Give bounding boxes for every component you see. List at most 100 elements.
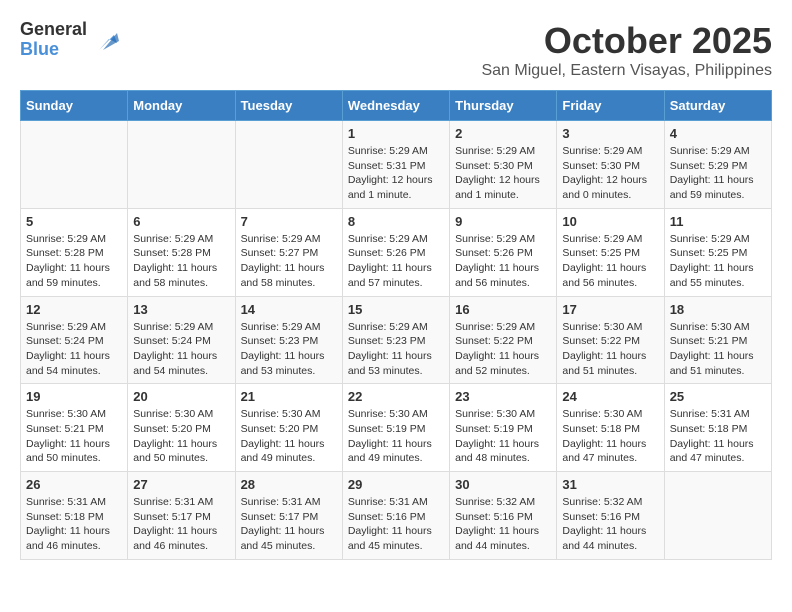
day-info: Sunrise: 5:29 AM Sunset: 5:23 PM Dayligh… bbox=[348, 320, 444, 379]
calendar-cell: 14Sunrise: 5:29 AM Sunset: 5:23 PM Dayli… bbox=[235, 296, 342, 384]
day-number: 26 bbox=[26, 477, 122, 492]
day-info: Sunrise: 5:29 AM Sunset: 5:30 PM Dayligh… bbox=[455, 144, 551, 203]
calendar-cell: 8Sunrise: 5:29 AM Sunset: 5:26 PM Daylig… bbox=[342, 208, 449, 296]
day-info: Sunrise: 5:31 AM Sunset: 5:17 PM Dayligh… bbox=[241, 495, 337, 554]
day-info: Sunrise: 5:30 AM Sunset: 5:19 PM Dayligh… bbox=[455, 407, 551, 466]
month-title: October 2025 bbox=[481, 20, 772, 62]
day-number: 21 bbox=[241, 389, 337, 404]
calendar-cell: 9 Sunrise: 5:29 AM Sunset: 5:26 PM Daylig… bbox=[450, 208, 557, 296]
title-block: October 2025 San Miguel, Eastern Visayas… bbox=[481, 20, 772, 80]
calendar-cell: 6 Sunrise: 5:29 AM Sunset: 5:28 PM Daylig… bbox=[128, 208, 235, 296]
weekday-header: Saturday bbox=[664, 91, 771, 121]
calendar-cell: 2 Sunrise: 5:29 AM Sunset: 5:30 PM Daylig… bbox=[450, 121, 557, 209]
calendar-week-row: 12 Sunrise: 5:29 AM Sunset: 5:24 PM Dayli… bbox=[21, 296, 772, 384]
day-info: Sunrise: 5:29 AM Sunset: 5:25 PM Dayligh… bbox=[670, 232, 766, 291]
day-number: 17 bbox=[562, 302, 658, 317]
logo: General Blue bbox=[20, 20, 119, 60]
day-number: 2 bbox=[455, 126, 551, 141]
calendar-cell: 25 Sunrise: 5:31 AM Sunset: 5:18 PM Dayli… bbox=[664, 384, 771, 472]
calendar-cell bbox=[128, 121, 235, 209]
calendar-cell bbox=[235, 121, 342, 209]
calendar-cell: 5Sunrise: 5:29 AM Sunset: 5:28 PM Daylig… bbox=[21, 208, 128, 296]
calendar-cell: 11 Sunrise: 5:29 AM Sunset: 5:25 PM Dayli… bbox=[664, 208, 771, 296]
calendar-cell: 22Sunrise: 5:30 AM Sunset: 5:19 PM Dayli… bbox=[342, 384, 449, 472]
calendar-week-row: 26 Sunrise: 5:31 AM Sunset: 5:18 PM Dayli… bbox=[21, 472, 772, 560]
day-info: Sunrise: 5:31 AM Sunset: 5:18 PM Dayligh… bbox=[670, 407, 766, 466]
calendar-week-row: 1 Sunrise: 5:29 AM Sunset: 5:31 PM Daylig… bbox=[21, 121, 772, 209]
location-title: San Miguel, Eastern Visayas, Philippines bbox=[481, 62, 772, 80]
day-number: 14 bbox=[241, 302, 337, 317]
calendar-cell: 23Sunrise: 5:30 AM Sunset: 5:19 PM Dayli… bbox=[450, 384, 557, 472]
day-number: 3 bbox=[562, 126, 658, 141]
weekday-header: Sunday bbox=[21, 91, 128, 121]
day-info: Sunrise: 5:29 AM Sunset: 5:31 PM Dayligh… bbox=[348, 144, 444, 203]
day-number: 16 bbox=[455, 302, 551, 317]
day-number: 7 bbox=[241, 214, 337, 229]
day-info: Sunrise: 5:32 AM Sunset: 5:16 PM Dayligh… bbox=[562, 495, 658, 554]
weekday-header-row: SundayMondayTuesdayWednesdayThursdayFrid… bbox=[21, 91, 772, 121]
day-number: 28 bbox=[241, 477, 337, 492]
day-number: 27 bbox=[133, 477, 229, 492]
logo-blue: Blue bbox=[20, 40, 87, 60]
calendar-cell: 7 Sunrise: 5:29 AM Sunset: 5:27 PM Daylig… bbox=[235, 208, 342, 296]
day-info: Sunrise: 5:29 AM Sunset: 5:30 PM Dayligh… bbox=[562, 144, 658, 203]
calendar-cell: 16 Sunrise: 5:29 AM Sunset: 5:22 PM Dayli… bbox=[450, 296, 557, 384]
weekday-header: Wednesday bbox=[342, 91, 449, 121]
calendar-cell: 26 Sunrise: 5:31 AM Sunset: 5:18 PM Dayli… bbox=[21, 472, 128, 560]
calendar-cell: 4Sunrise: 5:29 AM Sunset: 5:29 PM Daylig… bbox=[664, 121, 771, 209]
day-info: Sunrise: 5:29 AM Sunset: 5:27 PM Dayligh… bbox=[241, 232, 337, 291]
day-info: Sunrise: 5:31 AM Sunset: 5:18 PM Dayligh… bbox=[26, 495, 122, 554]
day-info: Sunrise: 5:29 AM Sunset: 5:25 PM Dayligh… bbox=[562, 232, 658, 291]
day-number: 24 bbox=[562, 389, 658, 404]
day-info: Sunrise: 5:30 AM Sunset: 5:21 PM Dayligh… bbox=[26, 407, 122, 466]
calendar-cell: 27 Sunrise: 5:31 AM Sunset: 5:17 PM Dayli… bbox=[128, 472, 235, 560]
day-info: Sunrise: 5:29 AM Sunset: 5:24 PM Dayligh… bbox=[133, 320, 229, 379]
day-number: 18 bbox=[670, 302, 766, 317]
day-number: 10 bbox=[562, 214, 658, 229]
day-number: 1 bbox=[348, 126, 444, 141]
day-info: Sunrise: 5:29 AM Sunset: 5:22 PM Dayligh… bbox=[455, 320, 551, 379]
calendar-cell: 3 Sunrise: 5:29 AM Sunset: 5:30 PM Daylig… bbox=[557, 121, 664, 209]
day-info: Sunrise: 5:30 AM Sunset: 5:22 PM Dayligh… bbox=[562, 320, 658, 379]
calendar-week-row: 5Sunrise: 5:29 AM Sunset: 5:28 PM Daylig… bbox=[21, 208, 772, 296]
day-info: Sunrise: 5:32 AM Sunset: 5:16 PM Dayligh… bbox=[455, 495, 551, 554]
day-info: Sunrise: 5:29 AM Sunset: 5:29 PM Dayligh… bbox=[670, 144, 766, 203]
calendar-cell: 31 Sunrise: 5:32 AM Sunset: 5:16 PM Dayli… bbox=[557, 472, 664, 560]
calendar-cell: 29 Sunrise: 5:31 AM Sunset: 5:16 PM Dayli… bbox=[342, 472, 449, 560]
day-number: 31 bbox=[562, 477, 658, 492]
day-number: 19 bbox=[26, 389, 122, 404]
weekday-header: Tuesday bbox=[235, 91, 342, 121]
day-number: 25 bbox=[670, 389, 766, 404]
calendar-table: SundayMondayTuesdayWednesdayThursdayFrid… bbox=[20, 90, 772, 560]
day-info: Sunrise: 5:29 AM Sunset: 5:26 PM Dayligh… bbox=[455, 232, 551, 291]
calendar-cell: 20 Sunrise: 5:30 AM Sunset: 5:20 PM Dayli… bbox=[128, 384, 235, 472]
calendar-cell bbox=[664, 472, 771, 560]
weekday-header: Thursday bbox=[450, 91, 557, 121]
day-number: 13 bbox=[133, 302, 229, 317]
day-number: 11 bbox=[670, 214, 766, 229]
day-info: Sunrise: 5:31 AM Sunset: 5:16 PM Dayligh… bbox=[348, 495, 444, 554]
day-info: Sunrise: 5:31 AM Sunset: 5:17 PM Dayligh… bbox=[133, 495, 229, 554]
page-header: General Blue October 2025 San Miguel, Ea… bbox=[20, 20, 772, 80]
weekday-header: Friday bbox=[557, 91, 664, 121]
weekday-header: Monday bbox=[128, 91, 235, 121]
calendar-cell: 28 Sunrise: 5:31 AM Sunset: 5:17 PM Dayli… bbox=[235, 472, 342, 560]
day-number: 29 bbox=[348, 477, 444, 492]
day-info: Sunrise: 5:30 AM Sunset: 5:20 PM Dayligh… bbox=[241, 407, 337, 466]
day-number: 20 bbox=[133, 389, 229, 404]
day-number: 6 bbox=[133, 214, 229, 229]
day-number: 15 bbox=[348, 302, 444, 317]
calendar-cell bbox=[21, 121, 128, 209]
logo-general: General bbox=[20, 20, 87, 40]
day-info: Sunrise: 5:29 AM Sunset: 5:28 PM Dayligh… bbox=[133, 232, 229, 291]
day-info: Sunrise: 5:30 AM Sunset: 5:20 PM Dayligh… bbox=[133, 407, 229, 466]
calendar-cell: 15 Sunrise: 5:29 AM Sunset: 5:23 PM Dayli… bbox=[342, 296, 449, 384]
calendar-cell: 13 Sunrise: 5:29 AM Sunset: 5:24 PM Dayli… bbox=[128, 296, 235, 384]
day-info: Sunrise: 5:30 AM Sunset: 5:18 PM Dayligh… bbox=[562, 407, 658, 466]
calendar-cell: 30Sunrise: 5:32 AM Sunset: 5:16 PM Dayli… bbox=[450, 472, 557, 560]
calendar-cell: 19 Sunrise: 5:30 AM Sunset: 5:21 PM Dayli… bbox=[21, 384, 128, 472]
day-info: Sunrise: 5:29 AM Sunset: 5:28 PM Dayligh… bbox=[26, 232, 122, 291]
calendar-cell: 17 Sunrise: 5:30 AM Sunset: 5:22 PM Dayli… bbox=[557, 296, 664, 384]
day-number: 12 bbox=[26, 302, 122, 317]
day-number: 9 bbox=[455, 214, 551, 229]
